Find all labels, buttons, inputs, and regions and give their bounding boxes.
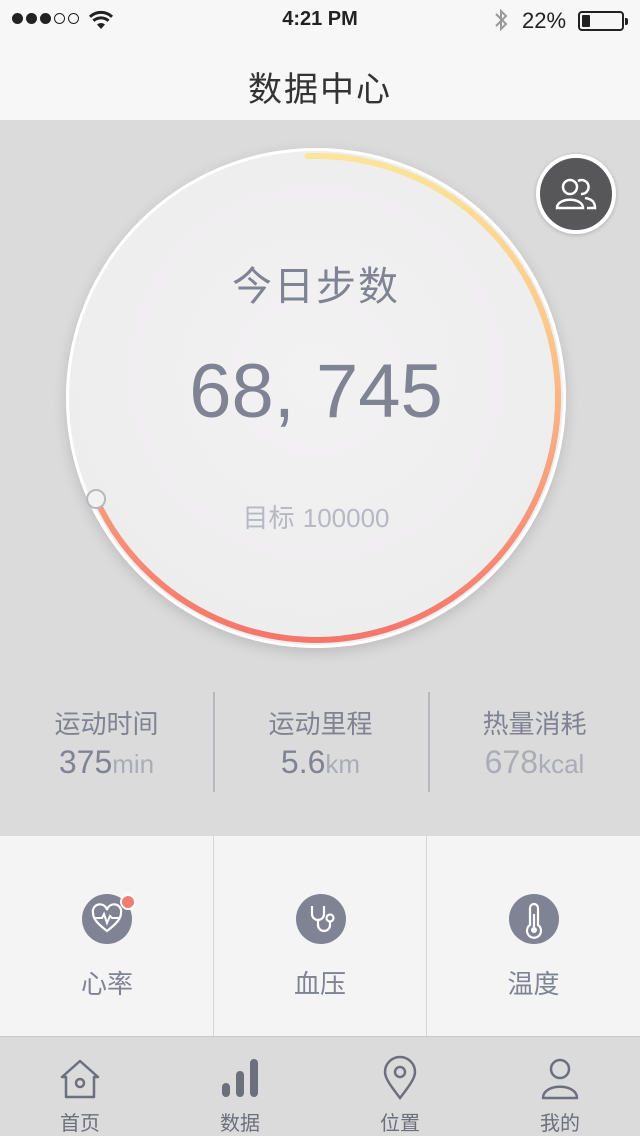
feature-label: 血压 [293,970,346,1000]
stethoscope-icon [296,894,346,944]
tab-label: 位置 [380,1111,420,1135]
status-bar: 4:21 PM 22% [0,0,640,40]
tab-bar: 首页 数据 位置 我的 [0,1036,640,1136]
steps-goal: 目标 100000 [66,498,566,535]
stat-label: 运动时间 [54,710,159,740]
stat-exercise-time: 运动时间 375min [0,680,213,836]
thermometer-icon [509,894,559,944]
stat-value: 678kcal [484,744,585,780]
feature-label: 温度 [507,970,560,1000]
steps-count: 68, 745 [189,349,443,434]
bluetooth-icon [495,8,508,32]
navigation-bar: 数据中心 [0,40,640,120]
tab-location[interactable]: 位置 [320,1037,480,1136]
steps-label: 今日步数 [232,264,400,310]
tab-label: 首页 [60,1111,100,1135]
battery-percent: 22% [522,8,567,33]
goal-label: 目标 [242,504,295,534]
goal-value: 100000 [302,503,390,533]
tab-label: 数据 [220,1111,260,1135]
page-title: 数据中心 [248,70,392,110]
feature-temperature[interactable]: 温度 [427,836,640,1036]
steps-ring: 今日步数 68, 745 目标 100000 [66,148,566,648]
feature-heart-rate[interactable]: 心率 [0,836,214,1036]
home-icon [60,1059,100,1099]
battery-icon [578,11,628,31]
notification-dot [120,894,136,910]
bar-chart-icon [222,1059,258,1097]
stat-value: 375min [58,744,155,780]
stat-label: 运动里程 [268,710,373,740]
tab-label: 我的 [540,1111,580,1135]
location-pin-icon [383,1055,417,1101]
stat-value: 5.6km [280,744,361,780]
stat-label: 热量消耗 [482,710,587,740]
tab-profile[interactable]: 我的 [480,1037,640,1136]
feature-label: 心率 [80,970,133,1000]
tab-home[interactable]: 首页 [0,1037,160,1136]
stat-calories: 热量消耗 678kcal [429,680,640,836]
feature-grid: 心率 血压 温度 [0,836,640,1036]
friends-button[interactable] [536,154,616,234]
stat-distance: 运动里程 5.6km [214,680,427,836]
tab-data[interactable]: 数据 [160,1037,320,1136]
user-icon [541,1058,579,1100]
group-icon [555,178,597,210]
activity-stats: 运动时间 375min 运动里程 5.6km 热量消耗 678kcal [0,680,640,836]
feature-blood-pressure[interactable]: 血压 [213,836,427,1036]
steps-panel: 今日步数 68, 745 目标 100000 [0,120,640,680]
